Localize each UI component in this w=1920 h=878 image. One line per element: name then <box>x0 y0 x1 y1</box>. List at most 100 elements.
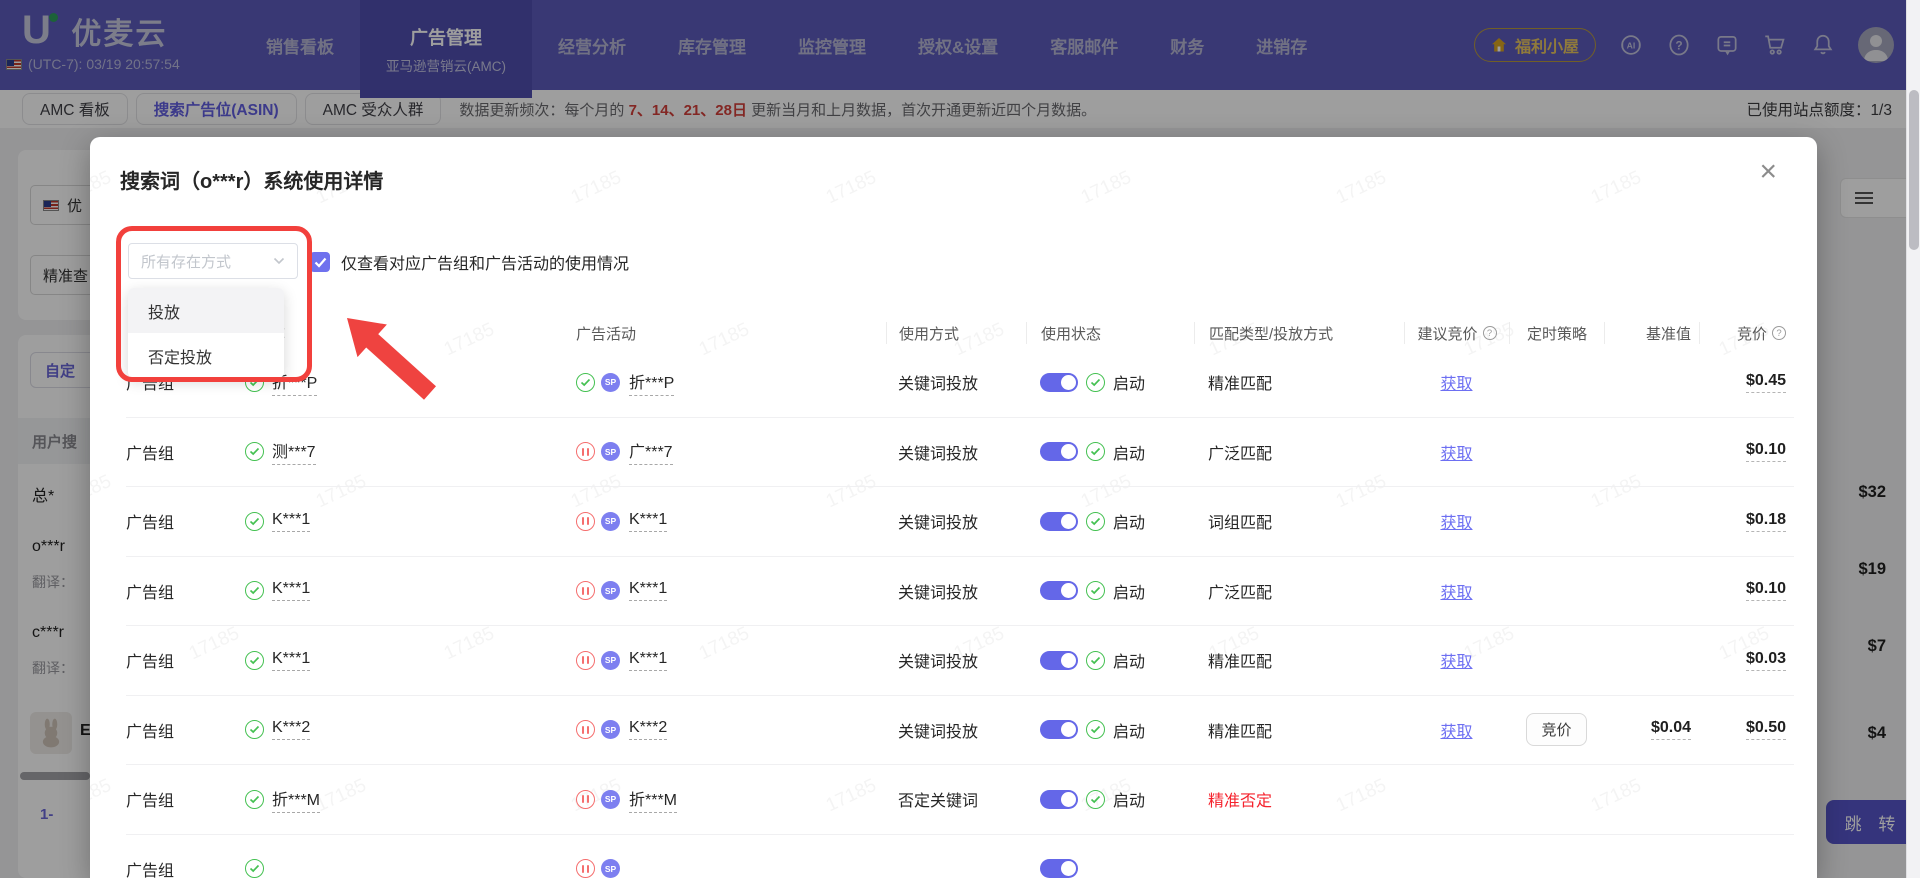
usage-detail-modal: 17185 17185 17185 17185 17185 17185 17185 17185… <box>90 137 1817 878</box>
get-suggested-bid-link[interactable]: 获取 <box>1440 440 1472 464</box>
base-value[interactable]: $0.04 <box>1650 719 1691 741</box>
get-suggested-bid-link[interactable]: 获取 <box>1440 370 1472 394</box>
table-row: 广告组 折***P SP 折***P 关键词投放 启动 精准匹配 获取 $0.45 <box>126 348 1794 418</box>
campaign-name-link[interactable]: 广***7 <box>629 438 673 466</box>
table-row: 广告组 测***7 SP 广***7 关键词投放 启动 广泛匹配 获取 $0.10 <box>126 418 1794 487</box>
match-type-label: 精准匹配 <box>1208 654 1273 672</box>
status-cell <box>1026 859 1194 878</box>
campaign-cell: SP K***1 <box>531 511 886 532</box>
sp-badge-icon: SP <box>601 720 620 740</box>
info-icon[interactable]: ? <box>1482 326 1497 340</box>
bid-value[interactable]: $0.50 <box>1745 719 1786 741</box>
watermark-text: 17185 <box>1077 166 1135 209</box>
match-type-label: 精准匹配 <box>1208 376 1273 394</box>
status-toggle[interactable] <box>1040 511 1078 531</box>
ad-group-cell: K***1 <box>236 511 531 532</box>
entity-type-cell: 广告组 <box>126 584 175 602</box>
ad-group-name-link[interactable]: K***1 <box>272 511 311 532</box>
watermark-text: 17185 <box>90 166 115 209</box>
bid-value[interactable]: $0.18 <box>1745 511 1786 532</box>
suggested-bid-cell: 获取 <box>1404 370 1509 394</box>
paused-icon <box>576 442 595 462</box>
get-suggested-bid-link[interactable]: 获取 <box>1440 718 1472 742</box>
get-suggested-bid-link[interactable]: 获取 <box>1440 579 1472 603</box>
close-icon[interactable]: × <box>1759 157 1777 187</box>
column-header: 使用状态 <box>1026 322 1194 344</box>
column-header: 匹配类型/投放方式 <box>1194 322 1404 344</box>
campaign-name-link[interactable]: 折***M <box>629 786 678 813</box>
status-label: 启动 <box>1113 793 1146 811</box>
entity-type-cell: 广告组 <box>126 723 175 741</box>
watermark-text: 17185 <box>1332 166 1390 209</box>
status-toggle[interactable] <box>1040 372 1078 392</box>
entity-type-cell: 广告组 <box>126 862 175 878</box>
suggested-bid-cell: 获取 <box>1404 718 1509 742</box>
status-label: 启动 <box>1113 445 1146 463</box>
modal-title: 搜索词（o***r）系统使用详情 <box>120 171 384 193</box>
ad-group-name-link[interactable]: K***2 <box>272 719 311 741</box>
campaign-name-link[interactable]: K***1 <box>629 650 668 671</box>
enabled-check-icon <box>1086 581 1105 601</box>
campaign-cell: SP K***1 <box>531 580 886 602</box>
bid-value[interactable]: $0.10 <box>1745 441 1786 463</box>
dropdown-option-投放[interactable]: 投放 <box>128 288 284 333</box>
paused-icon <box>576 650 595 670</box>
table-row: 广告组 K***1 SP K***1 关键词投放 启动 广泛匹配 获取 $0.10 <box>126 557 1794 626</box>
info-icon[interactable]: ? <box>1772 326 1786 340</box>
dropdown-option-否定投放[interactable]: 否定投放 <box>128 333 284 378</box>
status-toggle[interactable] <box>1040 789 1078 809</box>
status-label: 启动 <box>1113 654 1146 672</box>
ad-group-name-link[interactable]: K***1 <box>272 650 311 671</box>
table-row: 广告组 K***1 SP K***1 关键词投放 启动 词组匹配 获取 $0.18 <box>126 487 1794 557</box>
checked-checkbox[interactable] <box>310 252 330 272</box>
sp-badge-icon: SP <box>601 511 620 531</box>
bid-schedule-tag[interactable]: 竞价 <box>1526 713 1587 747</box>
table-row: 广告组 K***1 SP K***1 关键词投放 启动 精准匹配 获取 $0.03 <box>126 626 1794 696</box>
watermark-text: 17185 <box>1587 166 1645 209</box>
bid-value[interactable]: $0.45 <box>1745 372 1786 393</box>
usage-table: 广告组名称广告活动使用方式使用状态匹配类型/投放方式建议竞价?定时策略基准值竞价… <box>126 318 1794 878</box>
campaign-name-link[interactable]: K***1 <box>629 511 668 532</box>
watermark-text: 17185 <box>822 166 880 209</box>
bid-cell: $0.50 <box>1699 719 1794 741</box>
sp-badge-icon: SP <box>601 650 620 670</box>
ad-group-name-link[interactable]: 折***M <box>272 786 321 813</box>
bid-cell: $0.03 <box>1699 650 1794 671</box>
campaign-name-link[interactable]: K***2 <box>629 719 668 741</box>
sp-badge-icon: SP <box>601 789 620 809</box>
entity-type-cell: 广告组 <box>126 515 175 533</box>
table-header: 广告组名称广告活动使用方式使用状态匹配类型/投放方式建议竞价?定时策略基准值竞价… <box>126 318 1794 348</box>
bid-value[interactable]: $0.03 <box>1745 650 1786 671</box>
get-suggested-bid-link[interactable]: 获取 <box>1440 509 1472 533</box>
status-toggle[interactable] <box>1040 859 1078 878</box>
column-header: 使用方式 <box>886 322 1026 344</box>
ad-group-name-link[interactable]: 测***7 <box>272 438 316 466</box>
enabled-check-icon <box>245 442 264 462</box>
enabled-check-icon <box>245 789 264 809</box>
status-toggle[interactable] <box>1040 581 1078 601</box>
chevron-down-icon <box>273 257 285 265</box>
status-label: 启动 <box>1113 515 1146 533</box>
ad-group-name-link[interactable]: K***1 <box>272 580 311 602</box>
enabled-check-icon <box>1086 511 1105 531</box>
suggested-bid-cell: 获取 <box>1404 509 1509 533</box>
status-toggle[interactable] <box>1040 442 1078 462</box>
existence-type-dropdown: 投放 否定投放 <box>128 288 284 378</box>
status-toggle[interactable] <box>1040 720 1078 740</box>
status-toggle[interactable] <box>1040 650 1078 670</box>
usage-type-cell: 关键词投放 <box>898 584 979 602</box>
entity-type-cell: 广告组 <box>126 445 175 463</box>
bid-cell: $0.10 <box>1699 580 1794 602</box>
campaign-name-link[interactable]: 折***P <box>629 369 675 396</box>
usage-type-cell: 否定关键词 <box>898 793 979 811</box>
existence-type-select[interactable]: 所有存在方式 <box>128 243 298 279</box>
bid-value[interactable]: $0.10 <box>1745 580 1786 602</box>
page-scrollbar-thumb[interactable] <box>1909 90 1919 250</box>
enabled-check-icon <box>1086 372 1105 392</box>
match-type-cell: 精准匹配 <box>1194 370 1404 394</box>
bid-cell: $0.10 <box>1699 441 1794 463</box>
campaign-name-link[interactable]: K***1 <box>629 580 668 602</box>
match-type-cell: 精准匹配 <box>1194 648 1404 672</box>
page-scrollbar[interactable] <box>1906 0 1920 878</box>
get-suggested-bid-link[interactable]: 获取 <box>1440 648 1472 672</box>
